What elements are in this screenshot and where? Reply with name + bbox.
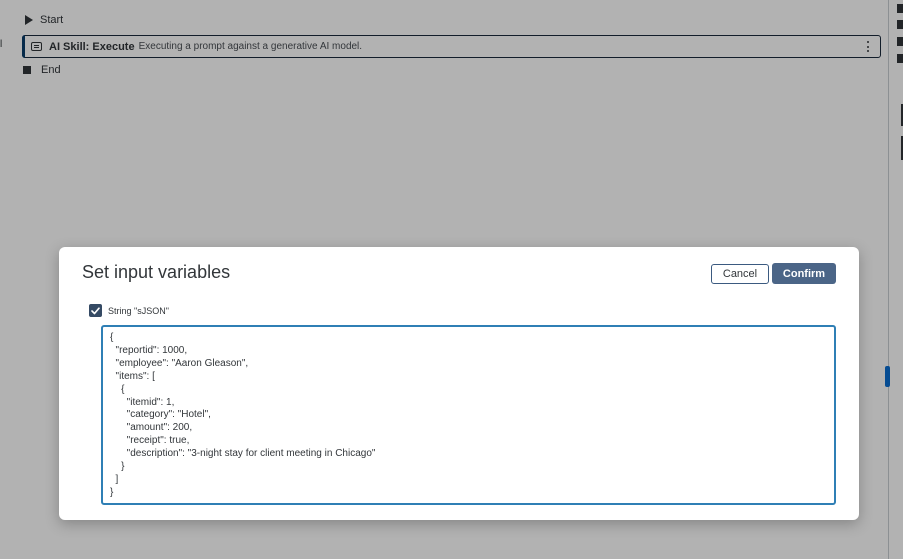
set-input-variables-dialog: Set input variables Cancel Confirm Strin… <box>59 247 859 520</box>
json-value-editor[interactable]: { "reportid": 1000, "employee": "Aaron G… <box>101 325 836 505</box>
confirm-button[interactable]: Confirm <box>772 263 836 284</box>
cancel-button[interactable]: Cancel <box>711 264 769 284</box>
dialog-title: Set input variables <box>82 262 231 282</box>
variable-label: String "sJSON" <box>108 305 169 316</box>
checkmark-icon <box>91 306 100 314</box>
variable-row: String "sJSON" <box>89 304 169 317</box>
variable-checkbox[interactable] <box>89 304 102 317</box>
